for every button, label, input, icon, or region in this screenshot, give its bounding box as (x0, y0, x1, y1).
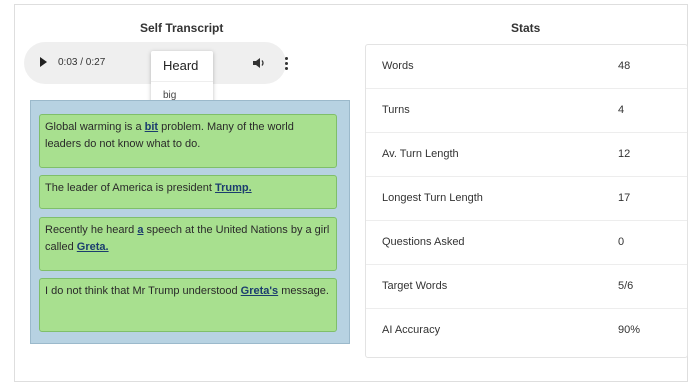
stat-value: 12 (618, 148, 631, 160)
transcript-panel: Global warming is a bit problem. Many of… (30, 100, 350, 344)
stats-row-av-turn-length: Av. Turn Length 12 (366, 133, 687, 177)
stats-row-questions-asked: Questions Asked 0 (366, 221, 687, 265)
message-text: message. (278, 285, 329, 297)
more-options-icon[interactable] (285, 57, 289, 71)
volume-icon[interactable] (252, 56, 266, 70)
transcript-message: I do not think that Mr Trump understood … (39, 278, 337, 332)
stats-row-ai-accuracy: AI Accuracy 90% (366, 309, 687, 353)
transcript-message: Recently he heard a speech at the United… (39, 217, 337, 271)
highlighted-word[interactable]: Trump. (215, 182, 252, 194)
stats-title: Stats (511, 21, 541, 35)
play-icon[interactable] (40, 57, 47, 67)
message-text: I do not think that Mr Trump understood (45, 285, 241, 297)
popup-divider (151, 81, 213, 82)
playback-time: 0:03 / 0:27 (58, 57, 106, 68)
highlighted-word[interactable]: bit (145, 121, 158, 133)
stat-label: Target Words (382, 280, 448, 292)
stats-row-words: Words 48 (366, 45, 687, 89)
stats-row-longest-turn-length: Longest Turn Length 17 (366, 177, 687, 221)
message-text: Global warming is a (45, 121, 145, 133)
message-text: The leader of America is president (45, 182, 215, 194)
stat-value: 17 (618, 192, 631, 204)
message-text: Recently he heard (45, 224, 138, 236)
transcript-message: The leader of America is president Trump… (39, 175, 337, 209)
stats-row-target-words: Target Words 5/6 (366, 265, 687, 309)
stat-label: AI Accuracy (382, 324, 441, 336)
highlighted-word[interactable]: Greta. (77, 241, 109, 253)
stat-value: 48 (618, 60, 631, 72)
stats-table: Words 48 Turns 4 Av. Turn Length 12 Long… (365, 44, 688, 358)
stat-label: Words (382, 60, 414, 72)
stat-label: Av. Turn Length (382, 148, 459, 160)
heard-label: Heard (163, 58, 199, 73)
stat-value: 5/6 (618, 280, 634, 292)
stat-value: 4 (618, 104, 625, 116)
transcript-message: Global warming is a bit problem. Many of… (39, 114, 337, 168)
self-transcript-title: Self Transcript (140, 21, 224, 35)
stat-label: Longest Turn Length (382, 192, 483, 204)
stat-label: Turns (382, 104, 410, 116)
highlighted-word[interactable]: Greta's (241, 285, 278, 297)
stat-value: 90% (618, 324, 641, 336)
stat-value: 0 (618, 236, 625, 248)
stats-row-turns: Turns 4 (366, 89, 687, 133)
stat-label: Questions Asked (382, 236, 465, 248)
